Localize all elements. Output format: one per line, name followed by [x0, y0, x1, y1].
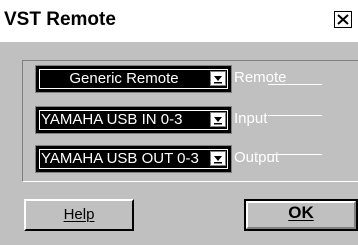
output-dropdown-value: YAMAHA USB OUT 0-3: [41, 150, 199, 167]
remote-dropdown[interactable]: Generic Remote: [35, 65, 232, 93]
output-dropdown[interactable]: YAMAHA USB OUT 0-3: [35, 145, 232, 173]
window-title: VST Remote: [4, 9, 116, 30]
chevron-down-icon[interactable]: [210, 112, 226, 127]
help-button-label: Help: [63, 206, 95, 223]
remote-dropdown-value: Generic Remote: [69, 70, 179, 87]
chevron-down-icon[interactable]: [210, 151, 226, 166]
ok-button[interactable]: OK: [244, 199, 358, 231]
vst-remote-dialog: VST Remote Generic Remote Remote YAMAHA …: [0, 0, 358, 245]
remote-leader-line: [268, 84, 322, 85]
chevron-down-icon[interactable]: [210, 71, 226, 86]
input-label: Input: [234, 110, 268, 127]
close-button[interactable]: [334, 11, 352, 28]
input-dropdown[interactable]: YAMAHA USB IN 0-3: [35, 106, 232, 134]
input-leader-line: [268, 115, 322, 116]
close-icon: [337, 14, 349, 25]
title-bar[interactable]: VST Remote: [0, 0, 358, 42]
output-label: Output: [234, 149, 280, 166]
help-button[interactable]: Help: [24, 199, 134, 231]
ok-button-label: OK: [288, 203, 314, 222]
input-dropdown-value: YAMAHA USB IN 0-3: [41, 111, 183, 128]
output-leader-line: [268, 154, 322, 155]
remote-label: Remote: [234, 69, 287, 86]
